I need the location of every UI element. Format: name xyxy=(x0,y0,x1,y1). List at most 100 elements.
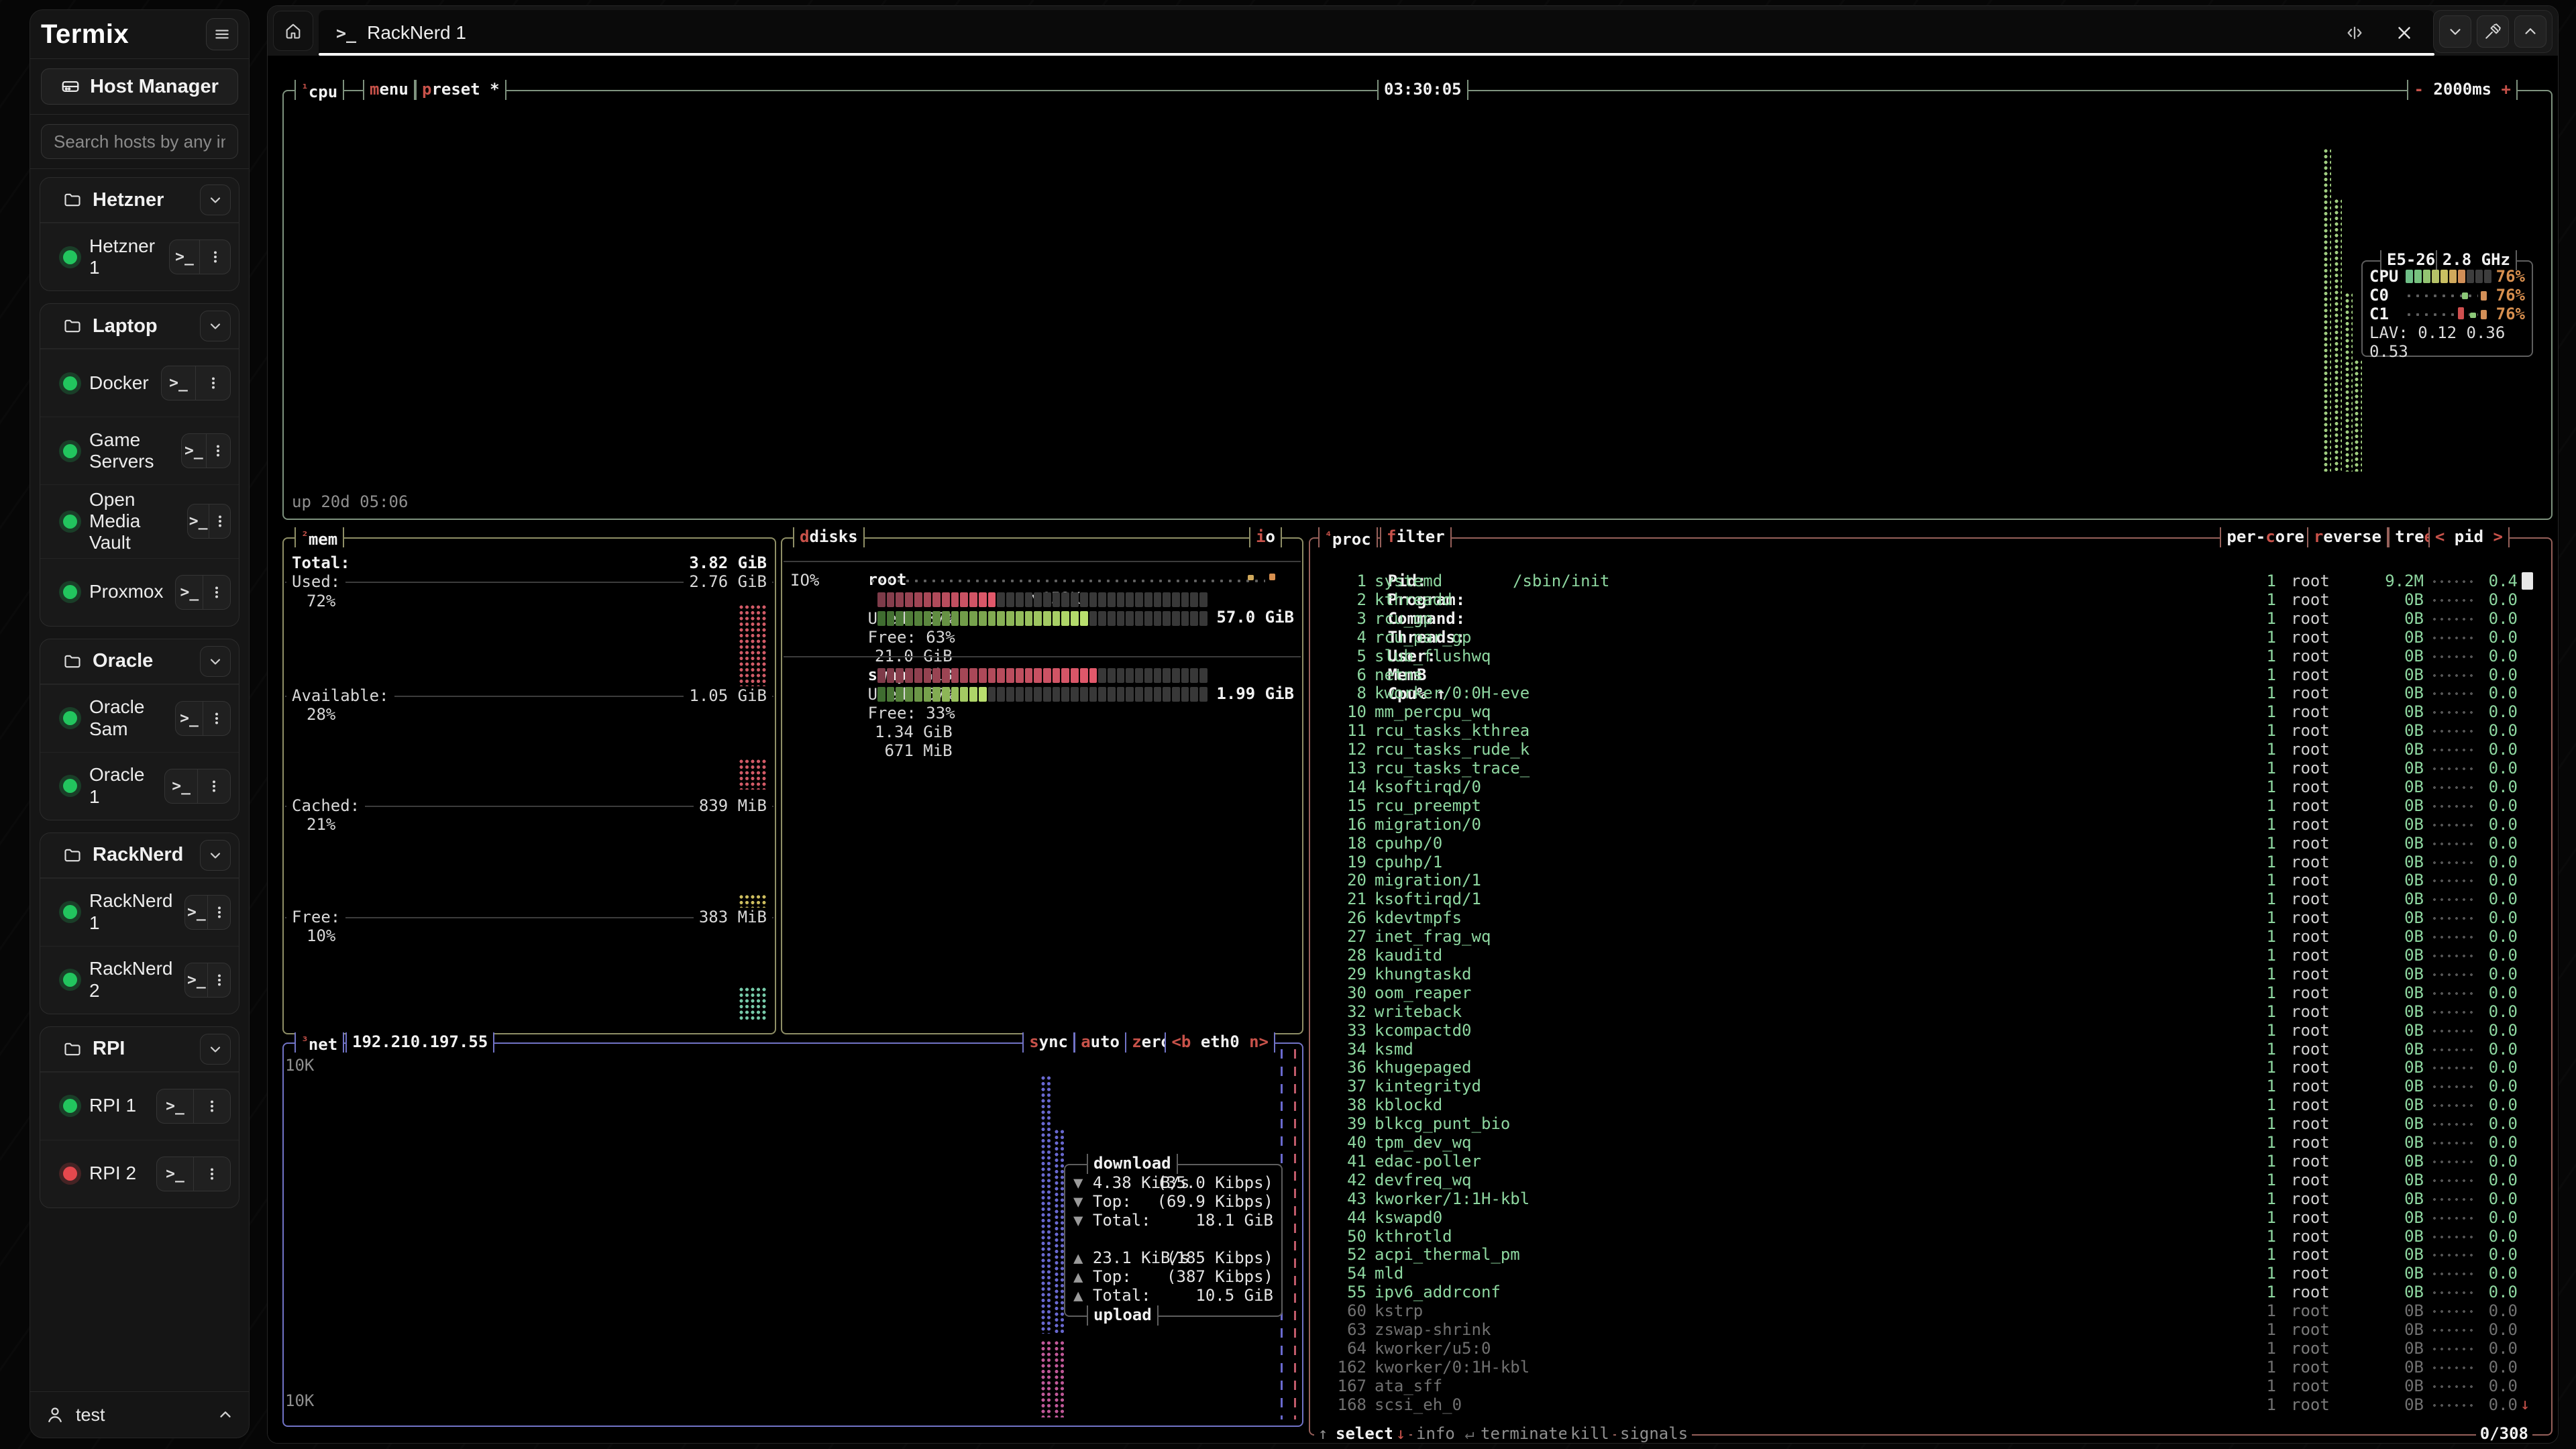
process-row[interactable]: 39blkcg_punt_bio1root0B0.0 xyxy=(1310,1114,2551,1133)
expand-button[interactable] xyxy=(2514,15,2546,48)
process-row[interactable]: 33kcompactd01root0B0.0 xyxy=(1310,1021,2551,1040)
open-terminal-button[interactable]: >_ xyxy=(182,434,205,468)
tab-racknerd-1[interactable]: >_ RackNerd 1 xyxy=(319,10,2434,56)
process-row[interactable]: 11rcu_tasks_kthrea1root0B0.0 xyxy=(1310,721,2551,740)
open-terminal-button[interactable]: >_ xyxy=(185,963,207,997)
process-row[interactable]: 54mld1root0B0.0 xyxy=(1310,1264,2551,1283)
host-item[interactable]: Oracle Sam >_ xyxy=(40,684,239,752)
group-header-RackNerd[interactable]: RackNerd xyxy=(40,833,239,878)
net-interface-switcher[interactable]: <b eth0 n> xyxy=(1165,1032,1275,1053)
process-row[interactable]: 28kauditd1root0B0.0 xyxy=(1310,946,2551,965)
process-row[interactable]: 55ipv6_addrconf1root0B0.0 xyxy=(1310,1283,2551,1301)
proc-pid-sort[interactable]: < pid > xyxy=(2428,527,2510,547)
update-interval[interactable]: - 2000ms + xyxy=(2407,80,2518,100)
open-terminal-button[interactable]: >_ xyxy=(165,769,197,803)
process-row[interactable]: 30oom_reaper1root0B0.0 xyxy=(1310,983,2551,1002)
process-row[interactable]: 50kthrotld1root0B0.0 xyxy=(1310,1227,2551,1246)
host-menu-button[interactable] xyxy=(197,769,230,803)
group-collapse-button[interactable] xyxy=(200,184,231,215)
process-row[interactable]: 29khungtaskd1root0B0.0 xyxy=(1310,965,2551,983)
group-header-Oracle[interactable]: Oracle xyxy=(40,639,239,684)
process-row[interactable]: 162kworker/0:1H-kbl1root0B0.0 xyxy=(1310,1358,2551,1377)
host-item[interactable]: RackNerd 1 >_ xyxy=(40,878,239,946)
collapse-button[interactable] xyxy=(2439,15,2471,48)
host-menu-button[interactable] xyxy=(206,434,230,468)
process-row[interactable]: 20migration/11root0B0.0 xyxy=(1310,871,2551,890)
process-row[interactable]: 42devfreq_wq1root0B0.0 xyxy=(1310,1171,2551,1189)
host-item[interactable]: RPI 2 >_ xyxy=(40,1140,239,1208)
process-row[interactable]: 27inet_frag_wq1root0B0.0 xyxy=(1310,927,2551,946)
search-input[interactable] xyxy=(41,124,238,159)
terminate-button[interactable]: terminate xyxy=(1477,1424,1572,1444)
process-row[interactable]: 60kstrp1root0B0.0 xyxy=(1310,1301,2551,1320)
process-row[interactable]: 167ata_sff1root0B0.0 xyxy=(1310,1377,2551,1395)
net-auto-button[interactable]: auto xyxy=(1074,1032,1126,1053)
process-row[interactable]: 12rcu_tasks_rude_k1root0B0.0 xyxy=(1310,740,2551,759)
host-menu-button[interactable] xyxy=(193,1089,230,1123)
process-row[interactable]: 44kswapd01root0B0.0 xyxy=(1310,1208,2551,1227)
info-button[interactable]: info ↵ xyxy=(1412,1424,1479,1444)
proc-percore-button[interactable]: per-core xyxy=(2220,527,2311,547)
group-collapse-button[interactable] xyxy=(200,840,231,871)
kill-button[interactable]: kill xyxy=(1566,1424,1613,1444)
process-row[interactable]: 21ksoftirqd/11root0B0.0 xyxy=(1310,890,2551,908)
host-menu-button[interactable] xyxy=(209,504,230,538)
host-item[interactable]: Hetzner 1 >_ xyxy=(40,223,239,290)
process-row[interactable]: 52acpi_thermal_pm1root0B0.0 xyxy=(1310,1245,2551,1264)
select-down-key[interactable]: ↓ xyxy=(1392,1424,1409,1444)
process-row[interactable]: 36khugepaged1root0B0.0 xyxy=(1310,1058,2551,1077)
host-menu-button[interactable] xyxy=(199,240,230,274)
host-item[interactable]: Oracle 1 >_ xyxy=(40,752,239,820)
process-row[interactable]: 63zswap-shrink1root0B0.0 xyxy=(1310,1320,2551,1339)
group-collapse-button[interactable] xyxy=(200,311,231,341)
process-row[interactable]: 37kintegrityd1root0B0.0 xyxy=(1310,1077,2551,1095)
host-item[interactable]: Open Media Vault >_ xyxy=(40,484,239,558)
home-button[interactable] xyxy=(273,11,313,51)
host-item[interactable]: Proxmox >_ xyxy=(40,558,239,626)
process-row[interactable]: 13rcu_tasks_trace_1root0B0.0 xyxy=(1310,759,2551,777)
host-menu-button[interactable] xyxy=(207,963,230,997)
group-header-RPI[interactable]: RPI xyxy=(40,1027,239,1072)
process-row[interactable]: 15rcu_preempt1root0B0.0 xyxy=(1310,796,2551,815)
proc-scrollbar[interactable] xyxy=(2522,572,2533,590)
split-view-icon[interactable] xyxy=(2345,23,2365,43)
menu-button-btop[interactable]: menu xyxy=(363,80,415,100)
open-terminal-button[interactable]: >_ xyxy=(157,1157,193,1191)
host-manager-button[interactable]: Host Manager xyxy=(41,68,238,105)
process-row[interactable]: 26kdevtmpfs1root0B0.0 xyxy=(1310,908,2551,927)
open-terminal-button[interactable]: >_ xyxy=(170,240,200,274)
open-terminal-button[interactable]: >_ xyxy=(185,896,207,929)
io-mode-button[interactable]: io xyxy=(1249,527,1282,547)
process-row[interactable]: 168scsi_eh_01root0B0.0 xyxy=(1310,1395,2551,1414)
host-menu-button[interactable] xyxy=(207,896,230,929)
open-terminal-button[interactable]: >_ xyxy=(157,1089,193,1123)
proc-reverse-button[interactable]: reverse xyxy=(2307,527,2388,547)
select-up-key[interactable]: ↑ xyxy=(1314,1424,1332,1444)
group-collapse-button[interactable] xyxy=(200,646,231,677)
process-row[interactable]: 10mm_percpu_wq1root0B0.0 xyxy=(1310,702,2551,721)
host-item[interactable]: Docker >_ xyxy=(40,349,239,417)
process-row[interactable]: 14ksoftirqd/01root0B0.0 xyxy=(1310,777,2551,796)
process-row[interactable]: 5slub_flushwq1root0B0.0 xyxy=(1310,647,2551,665)
host-item[interactable]: RPI 1 >_ xyxy=(40,1072,239,1140)
sidebar-footer[interactable]: test xyxy=(30,1391,249,1438)
close-tab-icon[interactable] xyxy=(2394,23,2414,43)
process-row[interactable]: 40tpm_dev_wq1root0B0.0 xyxy=(1310,1133,2551,1152)
process-row[interactable]: 18cpuhp/01root0B0.0 xyxy=(1310,834,2551,853)
open-terminal-button[interactable]: >_ xyxy=(162,366,196,400)
tools-button[interactable] xyxy=(2477,15,2509,48)
group-header-Laptop[interactable]: Laptop xyxy=(40,304,239,349)
group-header-Hetzner[interactable]: Hetzner xyxy=(40,178,239,223)
process-row[interactable]: 6netns1root0B0.0 xyxy=(1310,665,2551,684)
net-sync-button[interactable]: sync xyxy=(1022,1032,1075,1053)
process-row[interactable]: 38kblockd1root0B0.0 xyxy=(1310,1095,2551,1114)
process-row[interactable]: 2kthreadd1root0B0.0 xyxy=(1310,590,2551,609)
process-row[interactable]: 32writeback1root0B0.0 xyxy=(1310,1002,2551,1021)
process-row[interactable]: 64kworker/u5:01root0B0.0 xyxy=(1310,1339,2551,1358)
group-collapse-button[interactable] xyxy=(200,1034,231,1065)
host-item[interactable]: RackNerd 2 >_ xyxy=(40,946,239,1014)
host-item[interactable]: Game Servers >_ xyxy=(40,417,239,484)
process-row[interactable]: 8kworker/0:0H-eve1root0B0.0 xyxy=(1310,684,2551,702)
process-row[interactable]: 16migration/01root0B0.0 xyxy=(1310,815,2551,834)
open-terminal-button[interactable]: >_ xyxy=(188,504,209,538)
